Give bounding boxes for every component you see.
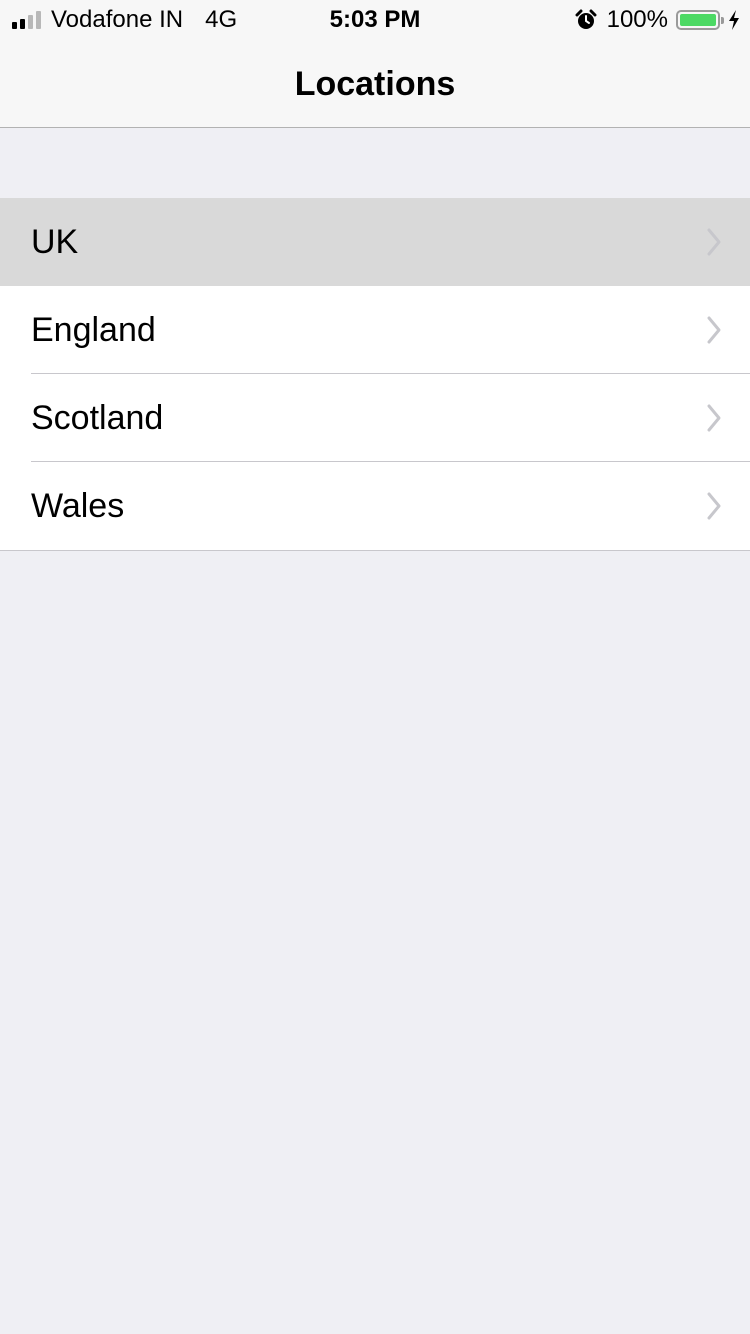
- location-row[interactable]: Wales: [0, 462, 750, 550]
- locations-list: UK England Scotland Wales: [0, 198, 750, 551]
- charging-bolt-icon: [728, 10, 740, 30]
- battery-icon: [676, 10, 724, 30]
- alarm-icon: [575, 9, 597, 31]
- location-label: Scotland: [31, 399, 164, 437]
- location-row[interactable]: England: [0, 286, 750, 374]
- battery-fill: [680, 14, 716, 26]
- location-label: Wales: [31, 487, 125, 525]
- chevron-right-icon: [707, 404, 721, 432]
- page-title: Locations: [294, 65, 456, 103]
- navigation-bar: Locations: [0, 40, 750, 128]
- status-right: 100%: [575, 6, 740, 34]
- location-label: UK: [31, 223, 79, 261]
- chevron-right-icon: [707, 492, 721, 520]
- chevron-right-icon: [707, 316, 721, 344]
- location-row[interactable]: UK: [0, 198, 750, 286]
- battery-tip: [721, 17, 724, 24]
- location-label: England: [31, 311, 156, 349]
- battery-percent: 100%: [606, 6, 668, 33]
- status-bar: Vodafone IN 4G 5:03 PM 100%: [0, 0, 750, 40]
- location-row[interactable]: Scotland: [0, 374, 750, 462]
- chevron-right-icon: [707, 228, 721, 256]
